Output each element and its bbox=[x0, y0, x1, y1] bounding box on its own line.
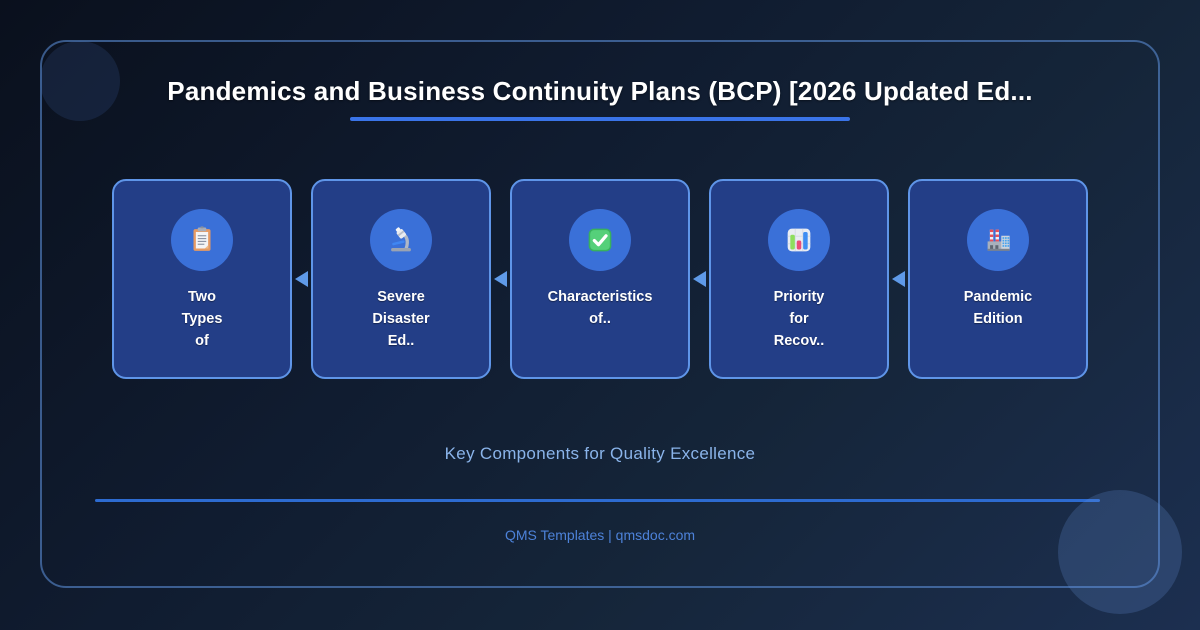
clipboard-icon bbox=[171, 209, 233, 271]
card-3: Characteristics of.. bbox=[510, 179, 690, 379]
title-underline bbox=[350, 117, 850, 121]
card-label: Pandemic Edition bbox=[963, 289, 1033, 327]
card-4: Priority for Recov.. bbox=[709, 179, 889, 379]
tagline: Key Components for Quality Excellence bbox=[444, 444, 756, 463]
page-title: Pandemics and Business Continuity Plans … bbox=[167, 76, 1033, 106]
card-label: Two Types of bbox=[181, 289, 223, 349]
microscope-icon bbox=[370, 209, 432, 271]
left-arrow-icon bbox=[892, 271, 905, 287]
cards-row: Two Types of Severe Disaster Ed.. Characteri… bbox=[42, 179, 1158, 379]
card-1: Two Types of bbox=[112, 179, 292, 379]
check-icon bbox=[569, 209, 631, 271]
left-arrow-icon bbox=[295, 271, 308, 287]
card-label: Characteristics of.. bbox=[547, 289, 653, 327]
card-label: Priority for Recov.. bbox=[773, 289, 825, 349]
bar-chart-icon bbox=[768, 209, 830, 271]
footer-branding: QMS Templates | qmsdoc.com bbox=[504, 527, 696, 543]
card-5: Pandemic Edition bbox=[908, 179, 1088, 379]
left-arrow-icon bbox=[494, 271, 507, 287]
card-label: Severe Disaster Ed.. bbox=[372, 289, 430, 349]
left-arrow-icon bbox=[693, 271, 706, 287]
card-2: Severe Disaster Ed.. bbox=[311, 179, 491, 379]
footer-divider bbox=[95, 499, 1100, 502]
content-frame: Pandemics and Business Continuity Plans … bbox=[40, 40, 1160, 588]
factory-icon bbox=[967, 209, 1029, 271]
